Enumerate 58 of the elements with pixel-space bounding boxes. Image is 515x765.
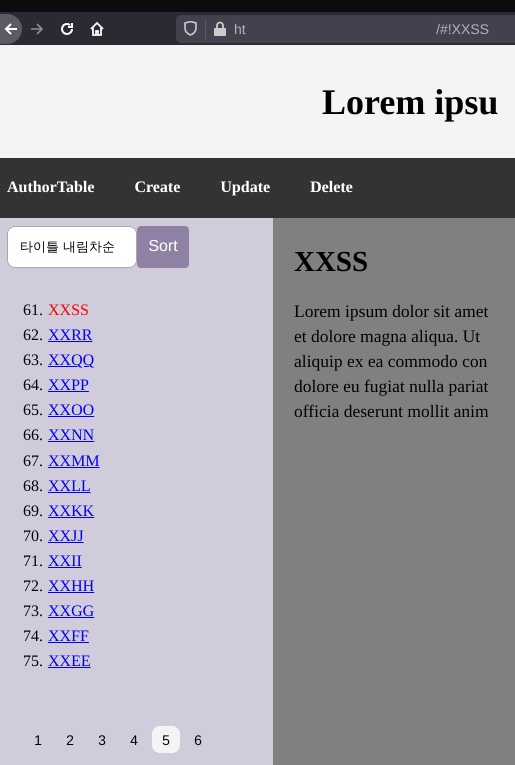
item-number: 64. (23, 377, 43, 396)
page-button[interactable]: 4 (120, 726, 148, 753)
page-button[interactable]: 1 (24, 726, 52, 753)
shield-icon (184, 21, 197, 36)
sort-field[interactable]: 타이틀 내림차순 (7, 226, 137, 268)
author-link[interactable]: XXFF (48, 628, 89, 646)
author-link[interactable]: XXRR (48, 327, 92, 346)
author-link[interactable]: XXEE (48, 653, 91, 672)
body-text: officia deserunt mollit anim (294, 400, 490, 423)
page-button[interactable]: 3 (88, 726, 116, 753)
body-text: dolore eu fugiat nulla pariat (294, 375, 490, 398)
author-link[interactable]: XXQQ (48, 352, 94, 370)
back-arrow-icon[interactable] (3, 20, 19, 36)
item-number: 71. (23, 552, 43, 571)
nav-link[interactable]: Update (220, 179, 270, 197)
author-link[interactable]: XXMM (48, 452, 100, 471)
item-number: 72. (23, 578, 43, 596)
body-text: et dolore magna aliqua. Ut (294, 325, 482, 348)
item-number: 62. (23, 327, 43, 346)
author-link[interactable]: XXNN (48, 427, 94, 446)
address-bar[interactable]: ht /#!XXSS (176, 14, 515, 42)
item-number: 66. (23, 427, 43, 446)
author-link[interactable]: XXLL (48, 478, 91, 496)
item-number: 75. (23, 653, 43, 672)
sort-button[interactable]: Sort (137, 226, 189, 268)
body-text: aliquip ex ea commodo con (294, 350, 488, 373)
author-link[interactable]: XXII (48, 552, 82, 571)
reload-icon[interactable] (59, 20, 75, 36)
content-heading: XXSS (294, 246, 370, 279)
page-title: Lorem ipsu (322, 80, 498, 122)
item-number: 61. (23, 302, 43, 320)
item-number: 65. (23, 402, 43, 420)
item-number: 70. (23, 528, 43, 546)
author-link[interactable]: XXOO (48, 402, 94, 420)
url-text: /#!XXSS (436, 20, 489, 36)
nav-link[interactable]: Create (134, 179, 180, 197)
page-button[interactable]: 5 (152, 726, 180, 753)
author-link[interactable]: XXPP (48, 377, 89, 396)
home-icon[interactable] (89, 20, 105, 36)
body-text: Lorem ipsum dolor sit amet (294, 300, 490, 323)
item-number: 73. (23, 603, 43, 622)
lock-icon (214, 21, 226, 36)
author-link[interactable]: XXGG (48, 603, 94, 622)
page-button[interactable]: 2 (56, 726, 84, 753)
author-link[interactable]: XXKK (48, 502, 94, 521)
forward-arrow-icon[interactable] (29, 20, 45, 36)
item-number: 74. (23, 628, 43, 646)
back-button[interactable] (0, 14, 22, 44)
nav-link[interactable]: AuthorTable (7, 179, 94, 197)
item-number: 68. (23, 478, 43, 496)
item-number: 69. (23, 502, 43, 521)
page-button[interactable]: 6 (184, 726, 212, 753)
item-number: 63. (23, 352, 43, 370)
nav-link[interactable]: Delete (310, 179, 353, 197)
item-number: 67. (23, 452, 43, 471)
author-link[interactable]: XXJJ (48, 528, 84, 546)
author-link[interactable]: XXHH (48, 578, 94, 596)
url-text: ht (234, 20, 246, 36)
